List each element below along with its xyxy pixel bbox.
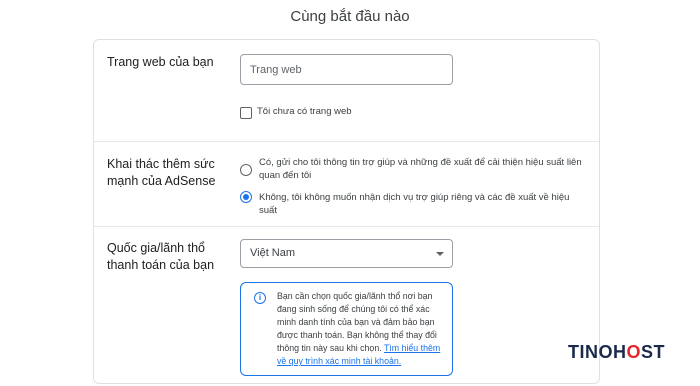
logo-part-tino: TINO (568, 342, 613, 362)
country-select[interactable]: Việt Nam (240, 239, 453, 268)
adsense-label: Khai thác thêm sức mạnh của AdSense (107, 157, 216, 188)
dropdown-arrow-icon (436, 252, 444, 256)
page-title: Cùng bắt đầu nào (290, 8, 410, 25)
radio-no[interactable] (240, 191, 252, 203)
country-info-box: i Bạn cần chọn quốc gia/lãnh thổ nơi bạn… (240, 282, 453, 376)
website-input[interactable] (240, 54, 453, 85)
radio-yes-label[interactable]: Có, gửi cho tôi thông tin trợ giúp và nh… (259, 156, 589, 182)
signup-card: Trang web của bạn Tôi chưa có trang web … (93, 39, 600, 384)
website-section: Trang web của bạn Tôi chưa có trang web (94, 40, 599, 142)
radio-yes[interactable] (240, 164, 252, 176)
radio-no-label[interactable]: Không, tôi không muốn nhận dịch vụ trợ g… (259, 191, 589, 217)
logo-part-st: ST (641, 342, 666, 362)
country-info-text: Bạn cần chọn quốc gia/lãnh thổ nơi bạn đ… (277, 290, 447, 368)
no-website-checkbox[interactable] (240, 107, 252, 119)
country-label: Quốc gia/lãnh thổ thanh toán của bạn (107, 241, 215, 272)
website-label: Trang web của bạn (107, 55, 214, 69)
logo-part-o: O (626, 342, 642, 362)
logo-part-h: H (613, 342, 627, 362)
adsense-section: Khai thác thêm sức mạnh của AdSense Có, … (94, 141, 599, 227)
no-website-label[interactable]: Tôi chưa có trang web (257, 106, 352, 117)
country-selected-value: Việt Nam (250, 247, 296, 259)
info-icon: i (254, 292, 266, 304)
country-section: Quốc gia/lãnh thổ thanh toán của bạn Việ… (94, 226, 599, 386)
tinohost-logo: TINOHOST (568, 342, 665, 363)
